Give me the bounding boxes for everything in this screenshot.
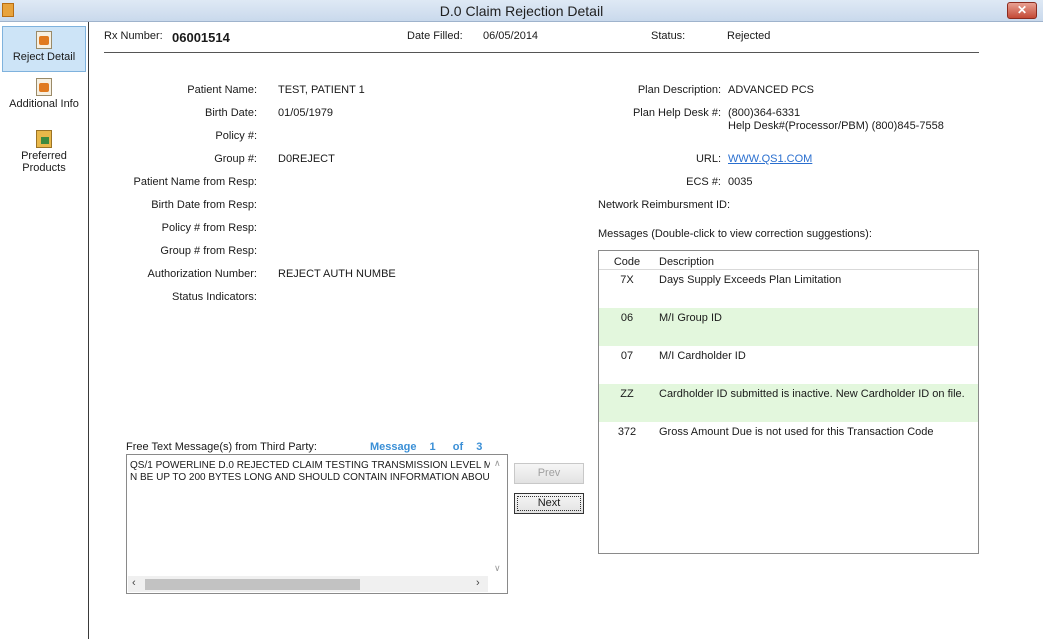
free-text-box[interactable]: QS/1 POWERLINE D.0 REJECTED CLAIM TESTIN… <box>126 454 508 594</box>
message-counter-word: Message <box>370 441 417 453</box>
plan-description-value: ADVANCED PCS <box>728 84 814 96</box>
free-text-content[interactable]: QS/1 POWERLINE D.0 REJECTED CLAIM TESTIN… <box>130 460 492 572</box>
network-reimbursement-label: Network Reimbursment ID: <box>598 199 731 211</box>
field-label: Patient Name: <box>187 84 257 96</box>
field-label: Birth Date: <box>205 107 257 119</box>
horizontal-scrollbar[interactable]: ‹ › <box>128 576 488 592</box>
sidebar-item-label: Preferred Products <box>21 150 67 174</box>
sidebar: Reject Detail Additional Info Preferred … <box>0 22 89 639</box>
rx-number-value: 06001514 <box>172 30 230 45</box>
field-value: 01/05/1979 <box>278 107 334 119</box>
claim-rejection-window: D.0 Claim Rejection Detail ✕ Reject Deta… <box>0 0 1043 639</box>
scrollbar-thumb[interactable] <box>145 579 360 590</box>
message-code: 06 <box>620 312 634 324</box>
message-code: 372 <box>617 426 637 438</box>
plan-help-desk-value-2: Help Desk#(Processor/PBM) (800)845-7558 <box>728 120 944 132</box>
url-label: URL: <box>695 153 721 165</box>
main-content: Rx Number: 06001514 Date Filled: 06/05/2… <box>90 22 1043 639</box>
field-label: Policy #: <box>215 130 257 142</box>
date-filled-value: 06/05/2014 <box>483 30 539 42</box>
title-bar[interactable]: D.0 Claim Rejection Detail ✕ <box>0 0 1043 22</box>
message-code: ZZ <box>620 388 634 400</box>
prev-button[interactable]: Prev <box>514 463 584 484</box>
url-link[interactable]: WWW.QS1.COM <box>728 153 812 165</box>
field-label: Birth Date from Resp: <box>151 199 257 211</box>
message-code: 7X <box>620 274 634 286</box>
date-filled-label: Date Filled: <box>407 30 463 42</box>
sidebar-item-preferred-products[interactable]: Preferred Products <box>2 126 86 178</box>
preferred-products-icon <box>36 130 52 148</box>
close-button[interactable]: ✕ <box>1007 2 1037 19</box>
scroll-up-icon[interactable]: ∧ <box>494 458 501 469</box>
field-label: Group # from Resp: <box>160 245 257 257</box>
field-label: Status Indicators: <box>172 291 257 303</box>
field-label: Policy # from Resp: <box>161 222 257 234</box>
table-row[interactable]: 06 M/I Group ID <box>599 308 978 346</box>
status-label: Status: <box>651 30 686 42</box>
sidebar-item-additional-info[interactable]: Additional Info <box>2 74 86 120</box>
messages-caption: Messages (Double-click to view correctio… <box>598 228 872 240</box>
message-counter-of: of <box>452 441 464 453</box>
field-value: REJECT AUTH NUMBE <box>278 268 396 280</box>
free-text-caption: Free Text Message(s) from Third Party: <box>126 441 317 453</box>
vertical-scrollbar[interactable]: ∧ ∨ <box>490 456 506 576</box>
message-description: Gross Amount Due is not used for this Tr… <box>659 426 934 438</box>
column-header-code: Code <box>613 256 641 268</box>
field-label: Group #: <box>214 153 257 165</box>
ecs-value: 0035 <box>728 176 753 188</box>
message-counter-total: 3 <box>476 441 483 453</box>
message-counter: Message 1 of 3 <box>370 441 482 453</box>
sidebar-item-label: Reject Detail <box>12 51 76 63</box>
message-description: Cardholder ID submitted is inactive. New… <box>659 388 965 400</box>
next-button[interactable]: Next <box>514 493 584 514</box>
ecs-label: ECS #: <box>686 176 721 188</box>
messages-table[interactable]: Code Description 7X Days Supply Exceeds … <box>598 250 979 554</box>
column-header-description: Description <box>659 256 715 268</box>
scroll-right-icon[interactable]: › <box>476 577 480 589</box>
table-row[interactable]: 7X Days Supply Exceeds Plan Limitation <box>599 270 978 308</box>
table-header: Code Description <box>599 253 978 270</box>
reject-detail-icon <box>36 31 52 49</box>
table-row[interactable]: ZZ Cardholder ID submitted is inactive. … <box>599 384 978 422</box>
window-title: D.0 Claim Rejection Detail <box>439 3 604 19</box>
plan-help-desk-value: (800)364-6331 <box>728 107 801 119</box>
message-description: Days Supply Exceeds Plan Limitation <box>659 274 842 286</box>
message-description: M/I Group ID <box>659 312 722 324</box>
header-divider <box>104 52 979 53</box>
additional-info-icon <box>36 78 52 96</box>
field-label: Authorization Number: <box>147 268 257 280</box>
field-value: D0REJECT <box>278 153 335 165</box>
scroll-down-icon[interactable]: ∨ <box>494 563 501 574</box>
message-description: M/I Cardholder ID <box>659 350 746 362</box>
table-row[interactable]: 07 M/I Cardholder ID <box>599 346 978 384</box>
status-value: Rejected <box>727 30 771 42</box>
table-row[interactable]: 372 Gross Amount Due is not used for thi… <box>599 422 978 460</box>
plan-description-label: Plan Description: <box>637 84 721 96</box>
field-value: TEST, PATIENT 1 <box>278 84 365 96</box>
message-counter-current: 1 <box>429 441 436 453</box>
rx-number-label: Rx Number: <box>104 30 163 42</box>
sidebar-item-reject-detail[interactable]: Reject Detail <box>2 26 86 72</box>
message-code: 07 <box>620 350 634 362</box>
sidebar-item-label: Additional Info <box>9 98 79 110</box>
scroll-left-icon[interactable]: ‹ <box>132 577 136 589</box>
plan-help-desk-label: Plan Help Desk #: <box>632 107 721 119</box>
field-label: Patient Name from Resp: <box>133 176 258 188</box>
